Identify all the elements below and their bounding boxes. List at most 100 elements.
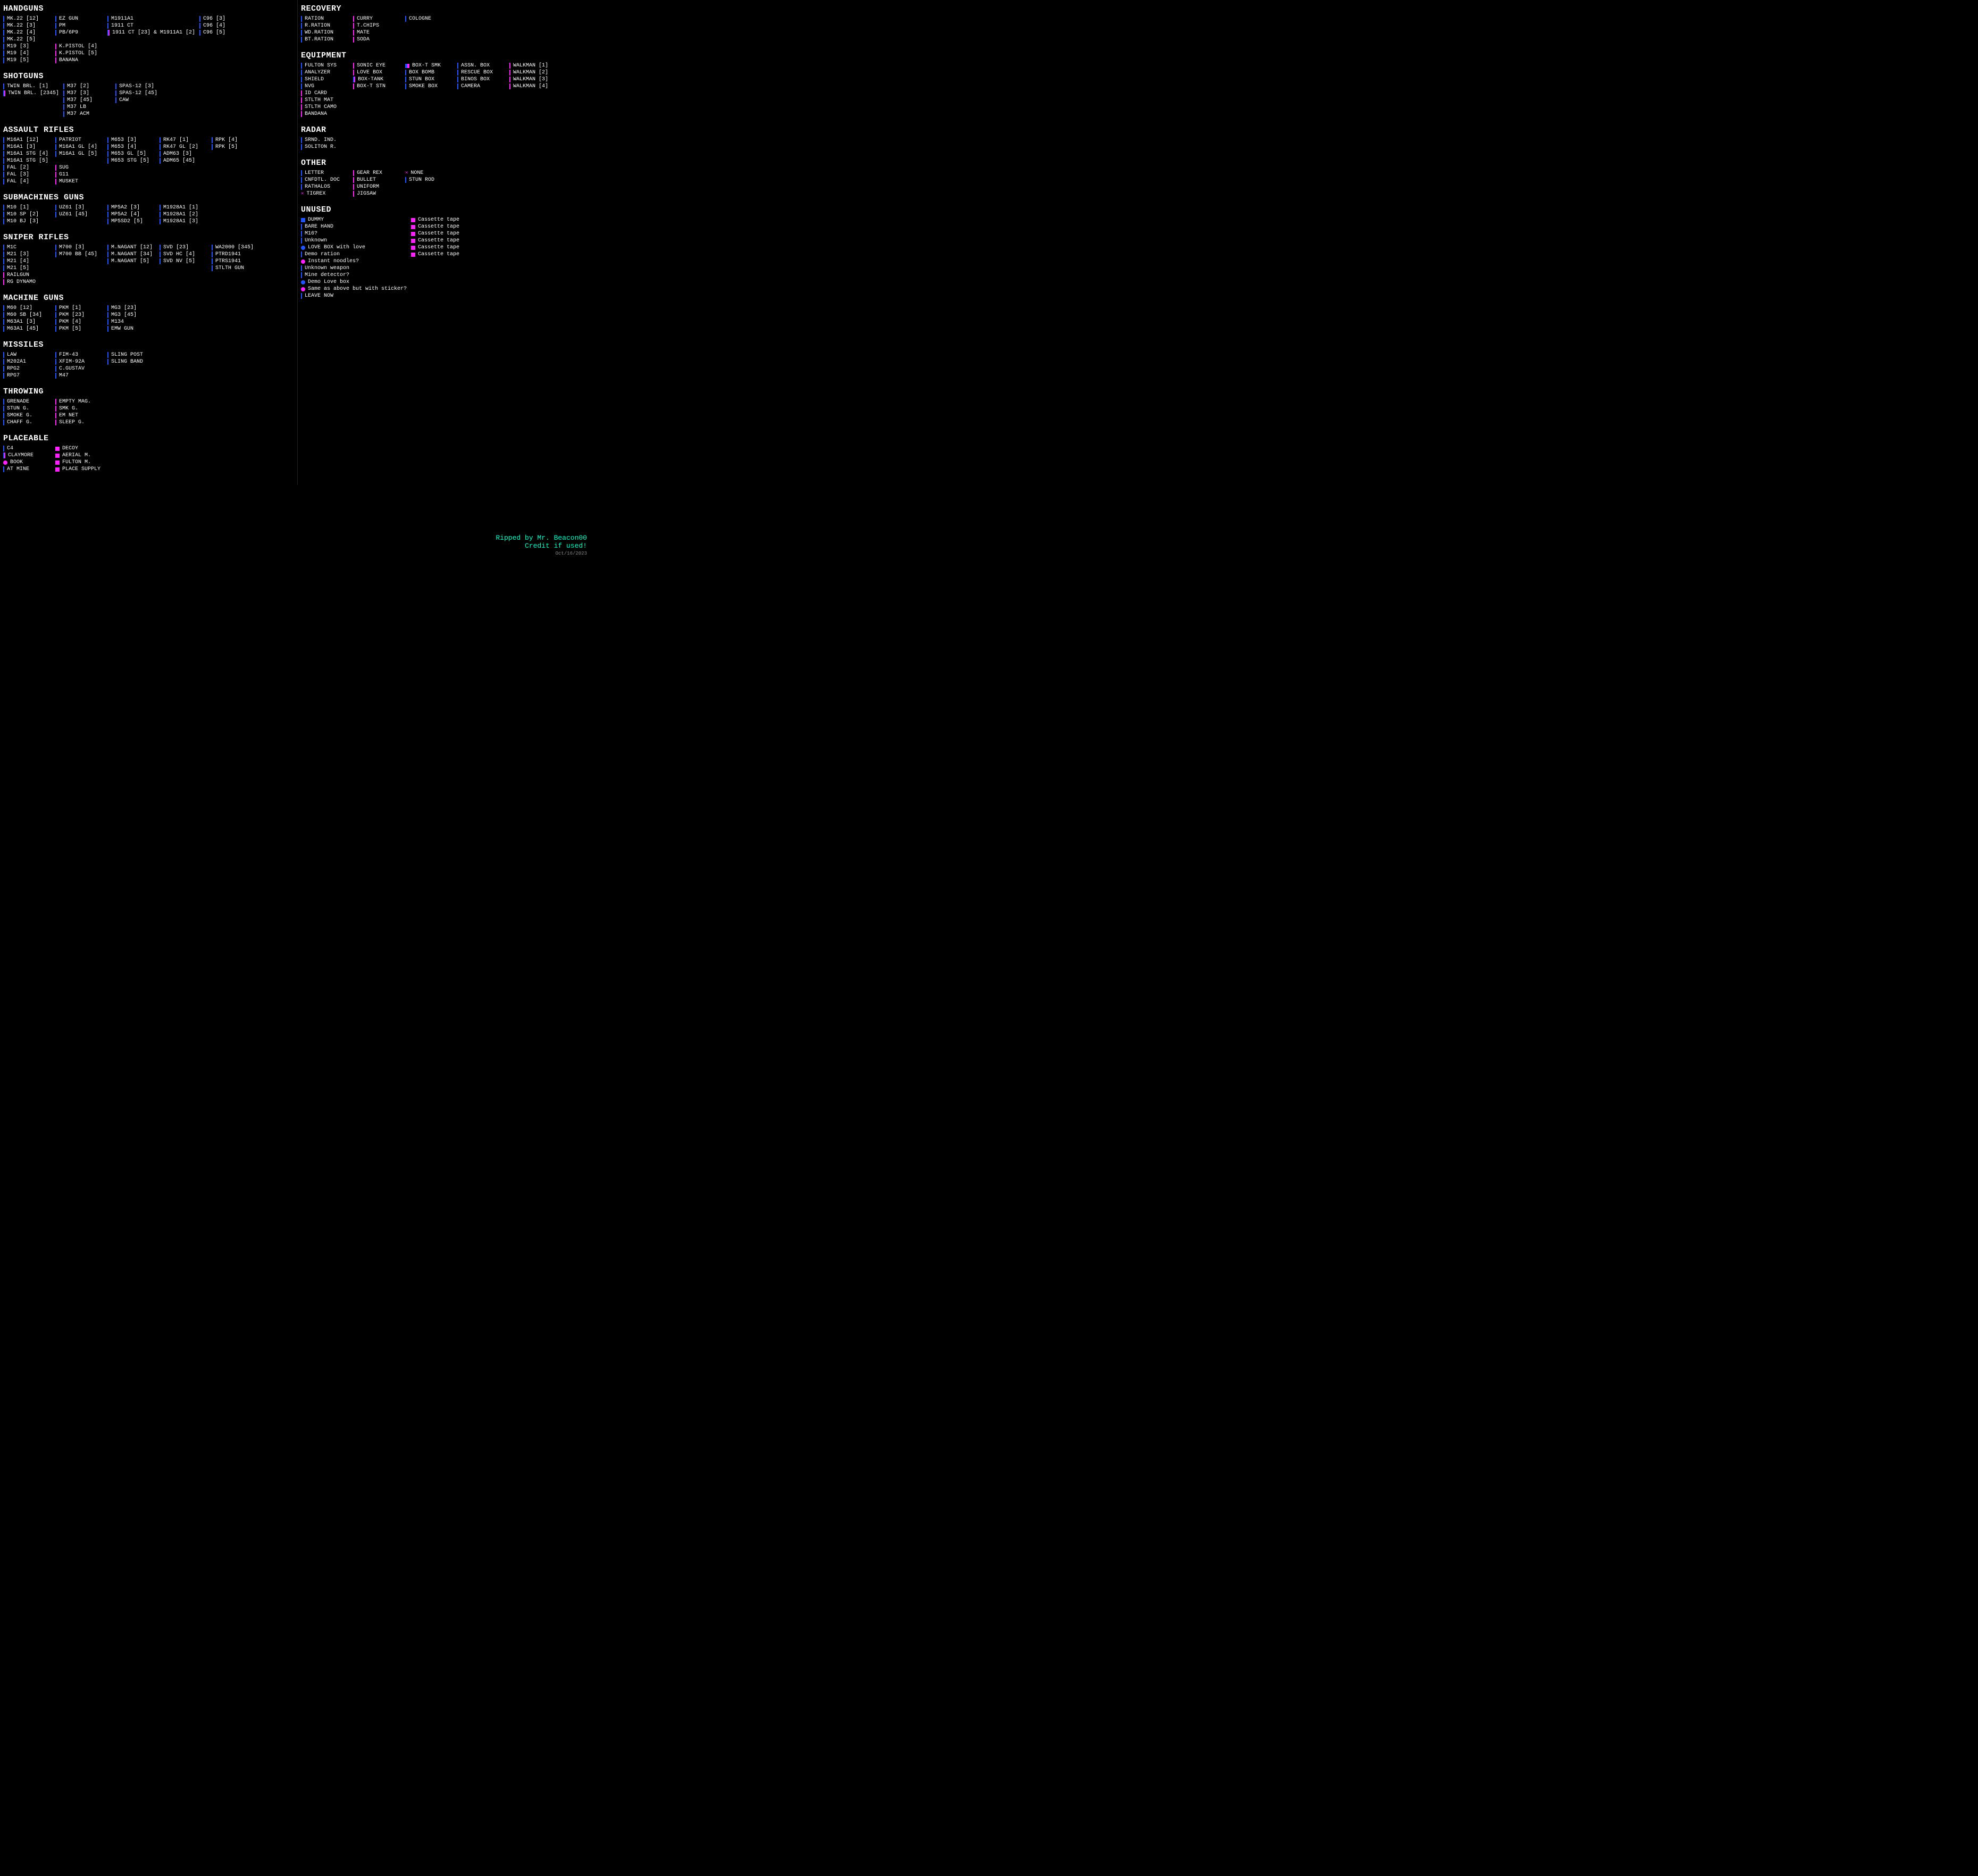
list-item: AERIAL M. [55,453,103,458]
list-item: M16? [301,231,407,237]
list-item: M16A1 GL [5] [55,151,103,157]
item-column: MG3 [23]MG3 [45]M134EMW GUN [107,305,155,333]
list-item: Cassette tape [411,217,459,223]
section-other: OTHERLETTERCNFDTL. DOCRATHALOS✕TIGREXGEA… [301,158,590,198]
item-icon [3,406,4,412]
list-item: SLING POST [107,352,155,358]
item-column: GEAR REXBULLETUNIFORMJIGSAW [353,170,401,198]
item-icon [107,359,108,365]
list-item: M.NAGANT [12] [107,245,155,250]
item-icon [199,16,200,22]
item-label: M21 [3] [7,252,29,257]
list-item: M19 [5] [3,57,51,63]
item-label: BINOS BOX [461,77,490,82]
item-label: WALKMAN [1] [513,63,548,69]
item-label: M19 [3] [7,44,29,49]
left-column: HANDGUNSMK.22 [12]MK.22 [3]MK.22 [4]MK.2… [0,0,298,485]
item-label: NVG [305,83,314,89]
item-icon [301,177,302,183]
section-shotguns: SHOTGUNSTWIN BRL. [1]TWIN BRL. [2345]M37… [3,72,294,118]
item-icon [160,258,161,264]
list-item: BT.RATION [301,37,349,43]
list-item: EM NET [55,413,103,418]
item-icon [405,83,406,89]
list-item: MP5A2 [3] [107,205,155,211]
item-icon [107,319,108,325]
item-label: M10 SP [2] [7,212,39,217]
list-item: STLTH MAT [301,97,349,103]
item-label: Same as above but with sticker? [308,286,407,292]
list-item: Cassette tape [411,252,459,257]
item-icon [55,366,56,372]
item-label: WD.RATION [305,30,333,36]
main-container: HANDGUNSMK.22 [12]MK.22 [3]MK.22 [4]MK.2… [0,0,593,485]
list-item: T.CHIPS [353,23,401,29]
section-machine-guns: MACHINE GUNSM60 [12]M60 SB [34]M63A1 [3]… [3,294,294,333]
item-icon [115,90,116,96]
item-icon [3,413,4,418]
item-column: C96 [3]C96 [4]C96 [5] [199,16,247,44]
item-label: SOLITON R. [305,144,337,150]
item-icon [55,16,56,22]
list-item: WALKMAN [4] [509,83,557,89]
item-icon [411,218,415,222]
list-item: RPK [5] [212,144,259,150]
section-sniper-rifles: SNIPER RIFLESM1CM21 [3]M21 [4]M21 [5]M70… [3,233,294,286]
item-label: WALKMAN [2] [513,70,548,76]
item-label: WA2000 [345] [215,245,254,250]
item-label: RATHALOS [305,184,330,190]
item-label: FULTON M. [62,459,91,465]
item-column: EMPTY MAG.SMK G.EM NETSLEEP G. [55,399,103,426]
item-label: FIM-43 [59,352,78,358]
list-item: M60 [12] [3,305,51,311]
list-item: MK.22 [12] [3,16,51,22]
item-label: SONIC EYE [357,63,385,69]
list-item: MK.22 [5] [3,37,51,43]
item-label: WALKMAN [4] [513,83,548,89]
item-label: Unknown [305,238,327,244]
list-item: MATE [353,30,401,36]
list-item: BOX-T STN [353,83,401,89]
item-icon [405,16,406,22]
list-item: M21 [3] [3,252,51,257]
list-item: M.NAGANT [34] [107,252,155,257]
item-icon [107,205,108,211]
item-label: BOX BOMB [409,70,434,76]
list-item: FIM-43 [55,352,103,358]
list-item: Cassette tape [411,224,459,230]
item-label: EMPTY MAG. [59,399,91,405]
list-item: WALKMAN [1] [509,63,557,69]
list-item: SLING BAND [107,359,155,365]
items-grid: M1CM21 [3]M21 [4]M21 [5]M700 [3]M700 BB … [3,245,294,286]
list-item: JIGSAW [353,191,401,197]
item-label: R.RATION [305,23,330,29]
item-icon [55,312,56,318]
list-item: DECOY [55,446,103,451]
section-title: MISSILES [3,340,294,349]
list-item: M16A1 GL [4] [55,144,103,150]
item-icon [301,265,302,271]
item-label: STLTH MAT [305,97,333,103]
list-item: M10 [1] [3,205,51,211]
item-label: DUMMY [308,217,324,223]
item-label: SRND. IND. [305,137,337,143]
item-label: MUSKET [59,179,78,185]
item-icon [3,30,4,36]
item-icon [3,205,4,211]
item-column: PATRIOTM16A1 GL [4]M16A1 GL [5] [55,137,103,165]
item-icon [509,77,510,82]
list-item: PKM [1] [55,305,103,311]
list-item: UNIFORM [353,184,401,190]
item-label: FAL [3] [7,172,29,178]
list-item: WA2000 [345] [212,245,259,250]
items-grid: RATIONR.RATIONWD.RATIONBT.RATIONCURRYT.C… [301,16,590,44]
item-label: Cassette tape [418,252,459,257]
item-column: FULTON SYSANALYZERSHIELDNVG [301,63,349,90]
item-label: PB/6P9 [59,30,78,36]
list-item: SODA [353,37,401,43]
list-item: LOVE BOX [353,70,401,76]
item-icon [301,104,302,110]
list-item: SPAS-12 [45] [115,90,163,96]
item-icon [107,144,108,150]
item-label: MK.22 [12] [7,16,39,22]
